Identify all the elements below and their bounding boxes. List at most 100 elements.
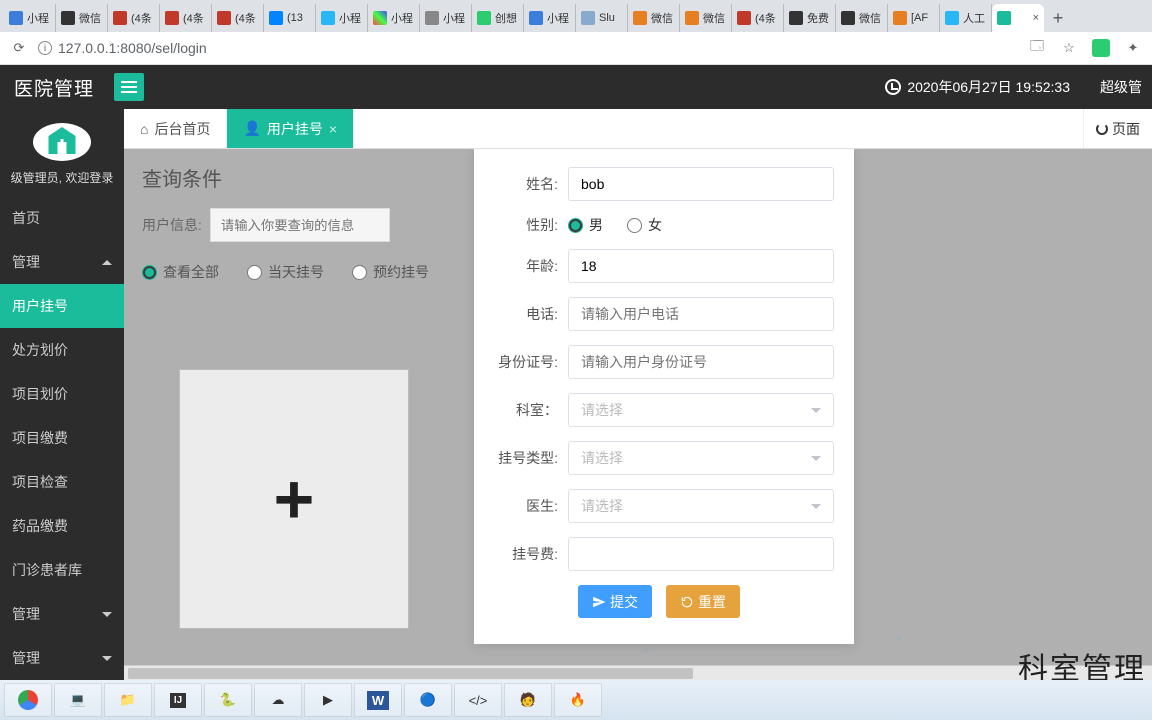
send-icon bbox=[592, 595, 606, 609]
sidebar-item[interactable]: 项目划价 bbox=[0, 372, 124, 416]
browser-tab[interactable]: [AF bbox=[888, 4, 940, 32]
browser-tab[interactable]: 人工 bbox=[940, 4, 992, 32]
sidebar-item[interactable]: 用户挂号 bbox=[0, 284, 124, 328]
sidebar-item[interactable]: 管理 bbox=[0, 636, 124, 680]
taskbar-intellij[interactable]: IJ bbox=[154, 683, 202, 717]
reload-icon[interactable]: ⟳ bbox=[10, 39, 28, 57]
reset-button[interactable]: 重置 bbox=[666, 585, 740, 618]
app-header: 医院管理 2020年06月27日 19:52:33 超级管 bbox=[0, 65, 1152, 109]
radio-reserve[interactable]: 预约挂号 bbox=[352, 262, 429, 282]
taskbar-explorer[interactable]: 📁 bbox=[104, 683, 152, 717]
reset-icon bbox=[680, 595, 694, 609]
name-input[interactable] bbox=[581, 176, 821, 192]
gender-male[interactable]: 男 bbox=[568, 215, 603, 235]
id-input[interactable] bbox=[581, 354, 821, 370]
browser-tab[interactable]: 小程 bbox=[420, 4, 472, 32]
taskbar-app[interactable]: 💻 bbox=[54, 683, 102, 717]
sidebar-item[interactable]: 管理 bbox=[0, 240, 124, 284]
taskbar-cloud[interactable]: ☁ bbox=[254, 683, 302, 717]
new-tab-button[interactable]: + bbox=[1044, 4, 1072, 32]
view-radios: 查看全部 当天挂号 预约挂号 bbox=[142, 262, 429, 282]
page-operations[interactable]: 页面 bbox=[1083, 109, 1152, 148]
id-label: 身份证号: bbox=[494, 352, 568, 372]
name-label: 姓名: bbox=[494, 174, 568, 194]
browser-tab[interactable]: 小程 bbox=[368, 4, 420, 32]
browser-tab[interactable]: (4条 bbox=[160, 4, 212, 32]
page-tabs: ⌂ 后台首页 👤 用户挂号 × 页面 bbox=[124, 109, 1152, 149]
browser-tab[interactable]: 微信 bbox=[836, 4, 888, 32]
taskbar-player[interactable]: ▶ bbox=[304, 683, 352, 717]
url-field[interactable]: i127.0.0.1:8080/sel/login bbox=[38, 40, 1018, 56]
taskbar-code[interactable]: </> bbox=[454, 683, 502, 717]
phone-input[interactable] bbox=[581, 306, 821, 322]
browser-tab-strip: 小程 微信 (4条 (4条 (4条 (13 小程 小程 小程 创想 小程 Slu… bbox=[0, 0, 1152, 32]
dept-select[interactable]: 请选择 bbox=[568, 393, 834, 427]
doctor-select[interactable]: 请选择 bbox=[568, 489, 834, 523]
doctor-label: 医生: bbox=[494, 496, 568, 516]
fee-label: 挂号费: bbox=[494, 544, 568, 564]
browser-tab[interactable]: 小程 bbox=[316, 4, 368, 32]
sidebar-item[interactable]: 管理 bbox=[0, 592, 124, 636]
browser-tab[interactable]: Slu bbox=[576, 4, 628, 32]
avatar bbox=[33, 123, 91, 161]
add-card[interactable]: + bbox=[179, 369, 409, 629]
sidebar-item[interactable]: 项目缴费 bbox=[0, 416, 124, 460]
browser-tab[interactable]: (4条 bbox=[732, 4, 784, 32]
taskbar-chrome[interactable] bbox=[4, 683, 52, 717]
radio-all[interactable]: 查看全部 bbox=[142, 262, 219, 282]
browser-tab[interactable]: (13 bbox=[264, 4, 316, 32]
hamburger-button[interactable] bbox=[114, 73, 144, 101]
home-icon: ⌂ bbox=[140, 121, 148, 137]
dept-label: 科室： bbox=[494, 400, 568, 420]
datetime-text: 2020年06月27日 19:52:33 bbox=[907, 77, 1070, 97]
age-input[interactable] bbox=[581, 258, 821, 274]
close-tab-icon[interactable]: × bbox=[329, 121, 337, 137]
type-select[interactable]: 请选择 bbox=[568, 441, 834, 475]
taskbar-app4[interactable]: 🔥 bbox=[554, 683, 602, 717]
browser-tab[interactable]: (4条 bbox=[212, 4, 264, 32]
browser-tab[interactable]: 微信 bbox=[628, 4, 680, 32]
query-title: 查询条件 bbox=[142, 163, 429, 192]
browser-tab-active[interactable]: × bbox=[992, 4, 1044, 32]
plus-icon: + bbox=[274, 464, 315, 534]
user-icon: 👤 bbox=[243, 120, 260, 137]
sidebar-item[interactable]: 药品缴费 bbox=[0, 504, 124, 548]
age-label: 年龄: bbox=[494, 256, 568, 276]
star-icon[interactable]: ☆ bbox=[1060, 39, 1078, 57]
welcome-text: 级管理员, 欢迎登录 bbox=[0, 169, 124, 186]
sidebar-item[interactable]: 首页 bbox=[0, 196, 124, 240]
browser-tab[interactable]: 小程 bbox=[524, 4, 576, 32]
taskbar: 💻 📁 IJ 🐍 ☁ ▶ W 🔵 </> 🧑 🔥 bbox=[0, 680, 1152, 720]
role-text: 超级管 bbox=[1100, 77, 1142, 97]
type-label: 挂号类型: bbox=[494, 448, 568, 468]
refresh-icon bbox=[1096, 123, 1108, 135]
sidebar-item[interactable]: 处方划价 bbox=[0, 328, 124, 372]
browser-tab[interactable]: 微信 bbox=[680, 4, 732, 32]
sidebar-item[interactable]: 门诊患者库 bbox=[0, 548, 124, 592]
fee-input[interactable] bbox=[581, 546, 821, 562]
radio-today[interactable]: 当天挂号 bbox=[247, 262, 324, 282]
tab-home[interactable]: ⌂ 后台首页 bbox=[124, 109, 227, 148]
taskbar-app3[interactable]: 🧑 bbox=[504, 683, 552, 717]
submit-button[interactable]: 提交 bbox=[578, 585, 652, 618]
taskbar-app2[interactable]: 🔵 bbox=[404, 683, 452, 717]
browser-tab[interactable]: 微信 bbox=[56, 4, 108, 32]
extensions-icon[interactable]: ✦ bbox=[1124, 39, 1142, 57]
close-icon[interactable]: × bbox=[1033, 12, 1039, 24]
sidebar-item[interactable]: 项目检查 bbox=[0, 460, 124, 504]
main-area: ⌂ 后台首页 👤 用户挂号 × 页面 查询条件 用户信息: bbox=[124, 109, 1152, 680]
browser-tab[interactable]: (4条 bbox=[108, 4, 160, 32]
shield-icon[interactable] bbox=[1092, 39, 1110, 57]
taskbar-python[interactable]: 🐍 bbox=[204, 683, 252, 717]
gender-female[interactable]: 女 bbox=[627, 215, 662, 235]
tab-user-register[interactable]: 👤 用户挂号 × bbox=[227, 109, 354, 148]
query-input[interactable] bbox=[210, 208, 390, 242]
browser-tab[interactable]: 创想 bbox=[472, 4, 524, 32]
clock-icon bbox=[885, 79, 901, 95]
query-label: 用户信息: bbox=[142, 215, 202, 235]
browser-tab[interactable]: 小程 bbox=[4, 4, 56, 32]
taskbar-word[interactable]: W bbox=[354, 683, 402, 717]
browser-tab[interactable]: 免费 bbox=[784, 4, 836, 32]
translate-icon[interactable]: 🗔 bbox=[1028, 39, 1046, 57]
app-brand: 医院管理 bbox=[0, 74, 108, 101]
